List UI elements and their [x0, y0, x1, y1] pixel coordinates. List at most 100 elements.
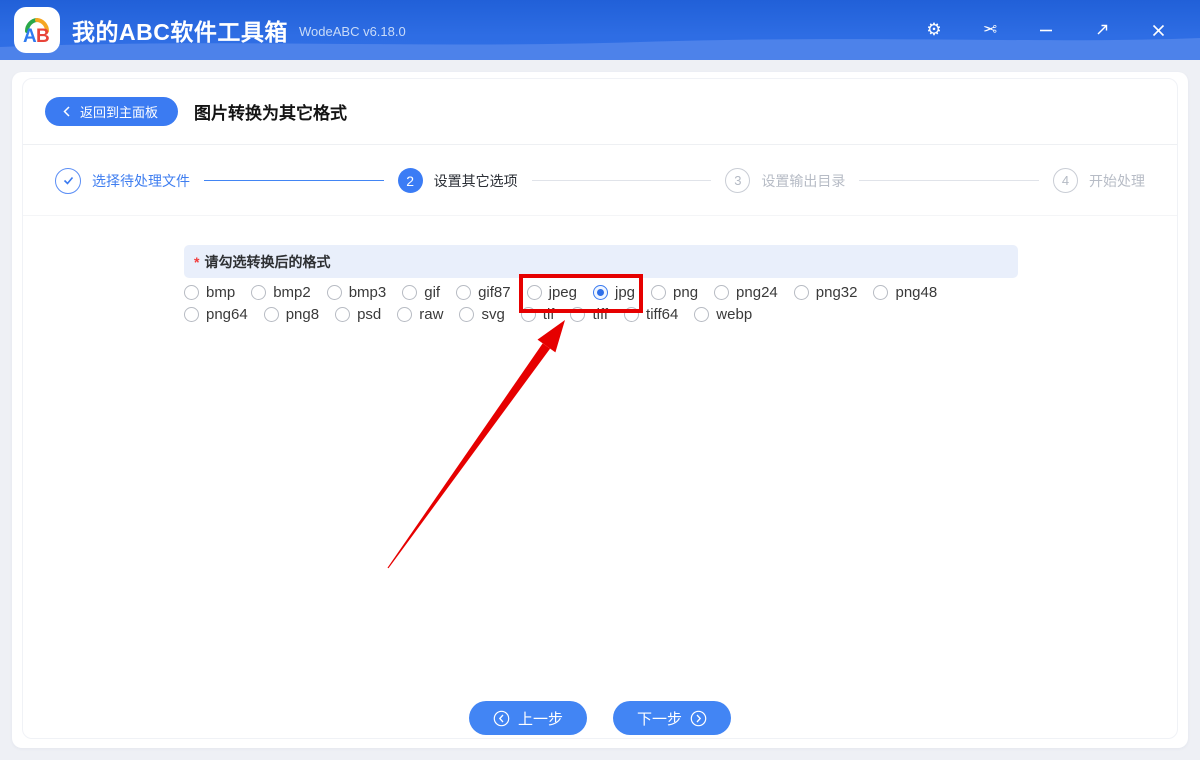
- format-option-png8[interactable]: png8: [264, 306, 319, 323]
- settings-gear-icon[interactable]: ⚙: [906, 0, 962, 60]
- radio-icon[interactable]: [570, 307, 585, 322]
- format-option-psd[interactable]: psd: [335, 306, 381, 323]
- step-label: 设置输出目录: [761, 171, 845, 191]
- circle-chevron-left-icon: [493, 710, 510, 727]
- format-option-png64[interactable]: png64: [184, 306, 248, 323]
- radio-icon[interactable]: [402, 285, 417, 300]
- radio-icon[interactable]: [397, 307, 412, 322]
- format-option-svg[interactable]: svg: [459, 306, 504, 323]
- step-connector: [204, 180, 384, 181]
- radio-checked-icon[interactable]: [593, 285, 608, 300]
- radio-icon[interactable]: [456, 285, 471, 300]
- format-option-tiff64[interactable]: tiff64: [624, 306, 678, 323]
- step-done-check-icon: [55, 168, 81, 194]
- format-option-label: tiff: [592, 306, 608, 323]
- format-option-label: png64: [206, 306, 248, 323]
- step-label: 开始处理: [1089, 171, 1145, 191]
- format-option-webp[interactable]: webp: [694, 306, 752, 323]
- format-option-bmp3[interactable]: bmp3: [327, 284, 387, 301]
- format-option-label: psd: [357, 306, 381, 323]
- step-1-select-files: 选择待处理文件: [55, 168, 190, 194]
- main-card: 返回到主面板 图片转换为其它格式 选择待处理文件 2 设置其它选项 3: [12, 72, 1188, 748]
- highlighted-option-group: jpeg jpg: [527, 284, 635, 301]
- titlebar: A B 我的ABC软件工具箱 WodeABC v6.18.0 ⚙ ✂: [0, 0, 1200, 60]
- format-section-header: * 请勾选转换后的格式: [184, 245, 1018, 278]
- format-option-label: bmp2: [273, 284, 311, 301]
- step-connector: [532, 180, 712, 181]
- format-option-png32[interactable]: png32: [794, 284, 858, 301]
- step-label: 设置其它选项: [434, 171, 518, 191]
- step-4-start-processing: 4 开始处理: [1053, 168, 1145, 193]
- app-logo: A B: [14, 7, 60, 53]
- format-option-raw[interactable]: raw: [397, 306, 443, 323]
- radio-icon[interactable]: [624, 307, 639, 322]
- radio-icon[interactable]: [335, 307, 350, 322]
- radio-icon[interactable]: [794, 285, 809, 300]
- next-step-label: 下一步: [637, 708, 682, 729]
- format-option-png24[interactable]: png24: [714, 284, 778, 301]
- step-indicator: 选择待处理文件 2 设置其它选项 3 设置输出目录 4 开始处理: [23, 146, 1177, 216]
- radio-icon[interactable]: [651, 285, 666, 300]
- format-option-bmp[interactable]: bmp: [184, 284, 235, 301]
- window-controls: ⚙ ✂: [906, 0, 1186, 60]
- format-option-label: png48: [895, 284, 937, 301]
- format-options-row-2: png64 png8 psd raw svg tif tiff tiff64 webp: [184, 303, 937, 325]
- radio-icon[interactable]: [527, 285, 542, 300]
- radio-icon[interactable]: [251, 285, 266, 300]
- format-option-png[interactable]: png: [651, 284, 698, 301]
- format-option-bmp2[interactable]: bmp2: [251, 284, 311, 301]
- format-option-label: png24: [736, 284, 778, 301]
- step-connector: [859, 180, 1039, 181]
- format-options: bmp bmp2 bmp3 gif gif87 jpeg jpg png png24 png32 p…: [184, 281, 937, 325]
- format-option-label: gif: [424, 284, 440, 301]
- svg-text:A: A: [23, 26, 37, 47]
- format-option-label: webp: [716, 306, 752, 323]
- previous-step-label: 上一步: [518, 708, 563, 729]
- format-option-png48[interactable]: png48: [873, 284, 937, 301]
- step-number-badge: 4: [1053, 168, 1078, 193]
- resize-diagonal-icon[interactable]: [1074, 0, 1130, 60]
- format-option-tif[interactable]: tif: [521, 306, 555, 323]
- step-2-set-options: 2 设置其它选项: [398, 168, 518, 193]
- radio-icon[interactable]: [873, 285, 888, 300]
- scissors-screenshot-icon[interactable]: ✂: [962, 0, 1018, 60]
- close-icon[interactable]: [1130, 0, 1186, 60]
- radio-icon[interactable]: [264, 307, 279, 322]
- chevron-left-icon: [61, 105, 72, 118]
- format-option-label: svg: [481, 306, 504, 323]
- previous-step-button[interactable]: 上一步: [469, 701, 587, 735]
- format-option-jpeg[interactable]: jpeg: [527, 284, 577, 301]
- radio-icon[interactable]: [714, 285, 729, 300]
- radio-icon[interactable]: [694, 307, 709, 322]
- format-options-row-1: bmp bmp2 bmp3 gif gif87 jpeg jpg png png24 png32 p…: [184, 281, 937, 303]
- content-panel: 返回到主面板 图片转换为其它格式 选择待处理文件 2 设置其它选项 3: [22, 78, 1178, 739]
- format-option-label: png: [673, 284, 698, 301]
- radio-icon[interactable]: [184, 307, 199, 322]
- step-3-output-directory: 3 设置输出目录: [725, 168, 845, 193]
- format-option-jpg[interactable]: jpg: [593, 284, 635, 301]
- format-option-tiff[interactable]: tiff: [570, 306, 608, 323]
- next-step-button[interactable]: 下一步: [613, 701, 731, 735]
- format-option-gif[interactable]: gif: [402, 284, 440, 301]
- format-option-label: png8: [286, 306, 319, 323]
- format-option-label: gif87: [478, 284, 511, 301]
- app-version: WodeABC v6.18.0: [299, 24, 406, 39]
- back-to-dashboard-button[interactable]: 返回到主面板: [45, 97, 178, 126]
- circle-chevron-right-icon: [690, 710, 707, 727]
- radio-icon[interactable]: [184, 285, 199, 300]
- format-option-label: jpg: [615, 284, 635, 301]
- format-option-label: tif: [543, 306, 555, 323]
- step-label: 选择待处理文件: [92, 171, 190, 191]
- minimize-icon[interactable]: [1018, 0, 1074, 60]
- format-option-label: tiff64: [646, 306, 678, 323]
- back-button-label: 返回到主面板: [80, 102, 158, 121]
- radio-icon[interactable]: [327, 285, 342, 300]
- page-header: 返回到主面板 图片转换为其它格式: [23, 79, 1177, 145]
- app-title: 我的ABC软件工具箱: [72, 13, 288, 47]
- radio-icon[interactable]: [521, 307, 536, 322]
- svg-text:B: B: [36, 26, 50, 47]
- format-option-label: raw: [419, 306, 443, 323]
- radio-icon[interactable]: [459, 307, 474, 322]
- format-option-gif87[interactable]: gif87: [456, 284, 511, 301]
- wizard-navigation: 上一步 下一步: [23, 701, 1177, 735]
